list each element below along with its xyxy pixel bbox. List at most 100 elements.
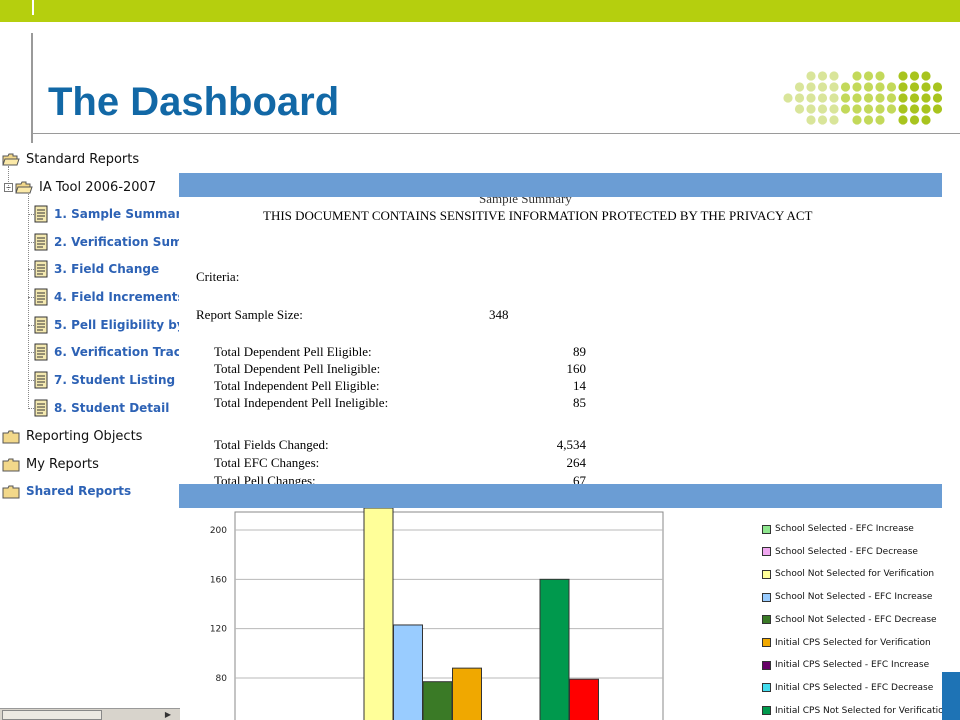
legend-label: Initial CPS Not Selected for Verificatio… (775, 705, 942, 716)
dots-logo (783, 71, 943, 125)
chart-header-band (179, 484, 942, 508)
report-icon (34, 399, 48, 417)
logo-dot (932, 104, 943, 114)
summary-row-label: Total Pell Changes: (214, 473, 316, 484)
tree-item-reporting-objects[interactable]: Reporting Objects (2, 424, 142, 448)
report-icon (34, 233, 48, 251)
legend-swatch (762, 683, 771, 693)
report-document: Sample Summary THIS DOCUMENT CONTAINS SE… (179, 197, 942, 484)
logo-dot (863, 93, 874, 103)
logo-dot (840, 82, 851, 92)
legend-item: School Not Selected - EFC Increase (762, 589, 932, 605)
legend-item: School Selected - EFC Decrease (762, 544, 918, 560)
tree-label: 1. Sample Summary (54, 207, 190, 221)
tree-item-report[interactable]: 3. Field Change (34, 257, 159, 281)
legend-swatch (762, 615, 771, 625)
logo-dot (898, 71, 908, 81)
logo-dot (817, 104, 828, 114)
logo-dot (875, 115, 885, 125)
legend-label: Initial CPS Selected - EFC Increase (775, 660, 930, 671)
chart-bar (363, 508, 394, 720)
logo-dot (898, 82, 908, 92)
summary-row-label: Total Independent Pell Ineligible: (214, 395, 389, 410)
summary-row-value: 89 (573, 344, 586, 359)
folder-icon (2, 484, 20, 499)
chart-bar (569, 678, 599, 720)
tree-item-report[interactable]: 4. Field Increments (34, 285, 185, 309)
document-heading: Sample Summary (479, 197, 572, 206)
top-accent-bar (0, 0, 960, 22)
legend-label: Initial CPS Selected - EFC Decrease (775, 682, 934, 693)
tree-item-report[interactable]: 7. Student Listing (34, 368, 175, 392)
folder-icon (2, 457, 20, 472)
logo-dot (829, 71, 839, 81)
collapse-icon[interactable]: − (4, 182, 13, 192)
chart-bar (539, 578, 570, 720)
logo-dot (840, 93, 851, 103)
logo-dot (817, 93, 828, 103)
summary-row-value: 67 (573, 473, 586, 484)
scroll-right-icon[interactable]: ▶ (162, 710, 174, 720)
logo-dot (921, 71, 931, 81)
logo-dot (898, 93, 908, 103)
logo-dot (921, 93, 931, 103)
tree-item-ia-tool[interactable]: − IA Tool 2006-2007 (4, 175, 156, 199)
tree-item-report[interactable]: 5. Pell Eligibility by D (34, 313, 199, 337)
tree-item-report[interactable]: 8. Student Detail (34, 396, 169, 420)
tree-connector (28, 194, 29, 409)
logo-dot (783, 93, 793, 103)
sample-size-label: Report Sample Size: (196, 307, 303, 322)
legend-item: Initial CPS Selected - EFC Increase (762, 657, 929, 673)
summary-row-value: 14 (573, 378, 586, 393)
logo-dot (829, 115, 839, 125)
legend-swatch (762, 660, 771, 670)
tree-label: 2. Verification Summ (54, 235, 195, 249)
tree-item-report[interactable]: 6. Verification Tracki (34, 340, 193, 364)
legend-label: School Selected - EFC Decrease (775, 546, 918, 557)
top-bar-tick (32, 0, 34, 15)
privacy-notice: THIS DOCUMENT CONTAINS SENSITIVE INFORMA… (263, 208, 813, 223)
legend-swatch (762, 569, 771, 579)
y-tick-label: 200 (210, 526, 227, 536)
logo-dot (829, 82, 839, 92)
summary-row-label: Total Fields Changed: (214, 437, 329, 452)
tree-label: 7. Student Listing (54, 373, 176, 387)
logo-dot (886, 93, 897, 103)
scrollbar-thumb[interactable] (2, 710, 102, 720)
legend-label: School Selected - EFC Increase (775, 524, 914, 534)
logo-dot (863, 71, 874, 81)
logo-dot (852, 115, 862, 125)
tree-item-shared-reports[interactable]: Shared Reports (2, 479, 131, 503)
tree-label: Shared Reports (26, 484, 132, 498)
logo-dot (909, 104, 920, 114)
tree-item-standard-reports[interactable]: Standard Reports (2, 147, 139, 171)
criteria-label: Criteria: (196, 269, 240, 284)
logo-dot (817, 115, 828, 125)
logo-dot (886, 104, 897, 114)
logo-dot (817, 82, 828, 92)
logo-dot (932, 93, 943, 103)
tree-item-report[interactable]: 2. Verification Summ (34, 230, 195, 254)
y-tick-label: 80 (216, 674, 228, 684)
logo-dot (875, 71, 885, 81)
tree-item-report[interactable]: 1. Sample Summary (34, 202, 189, 226)
chart-legend: School Selected - EFC Increase School Sel… (762, 518, 942, 720)
logo-dot (909, 71, 920, 81)
logo-dot (806, 115, 816, 125)
tree-label: My Reports (26, 456, 99, 472)
report-icon (34, 316, 48, 334)
logo-dot (806, 71, 816, 81)
tree-item-my-reports[interactable]: My Reports (2, 452, 99, 476)
report-icon (34, 343, 48, 361)
report-icon (34, 371, 48, 389)
summary-row-label: Total Independent Pell Eligible: (214, 378, 380, 393)
logo-dot (898, 115, 908, 125)
legend-swatch (762, 524, 771, 534)
report-icon (34, 260, 48, 278)
legend-swatch (762, 592, 771, 602)
logo-dot (863, 115, 874, 125)
horizontal-scrollbar[interactable]: ▶ (0, 708, 180, 720)
summary-row-label: Total EFC Changes: (214, 455, 320, 470)
legend-swatch (762, 547, 771, 557)
report-icon (34, 205, 48, 223)
